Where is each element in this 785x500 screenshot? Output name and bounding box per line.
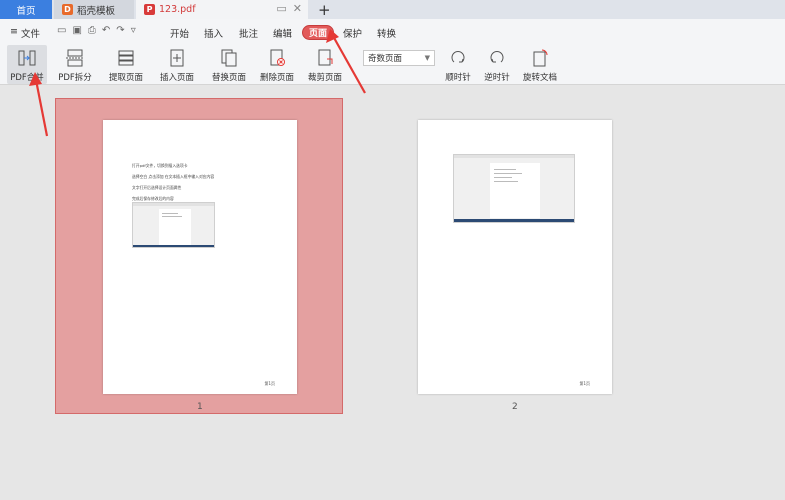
rotate-document-button[interactable]: 旋转文档	[520, 45, 560, 84]
menu-convert[interactable]: 转换	[377, 26, 396, 40]
rotate-clockwise-icon	[447, 48, 469, 68]
crop-page-label: 裁剪页面	[307, 73, 342, 83]
odd-page-select-value: 奇数页面	[368, 54, 403, 64]
merge-icon	[16, 48, 38, 68]
tab-home-label: 首页	[16, 5, 36, 17]
insert-page-label: 插入页面	[159, 73, 194, 83]
menu-annotate[interactable]: 批注	[239, 26, 258, 40]
page1-text-line: 打开pdf文件，切换到插入选项卡	[132, 163, 188, 168]
pdf-split-label: PDF拆分	[58, 73, 92, 83]
page1-footer: 第1页	[264, 381, 275, 386]
pdf-merge-label: PDF合并	[10, 73, 44, 83]
close-icon[interactable]: ✕	[293, 2, 302, 15]
extract-icon	[115, 48, 137, 68]
page1-text-line: 选择空白 点击添加 在文本插入框中输入对应内容	[132, 174, 215, 179]
page-number-1: 1	[197, 402, 203, 412]
new-tab-button[interactable]: +	[318, 0, 331, 19]
rotate-counterclockwise-icon	[486, 48, 508, 68]
undo-icon[interactable]: ↶	[102, 25, 110, 36]
tab-pdf-label: 123.pdf	[159, 4, 196, 15]
delete-page-icon	[266, 48, 288, 68]
page-thumbnail-1[interactable]: 打开pdf文件，切换到插入选项卡 选择空白 点击添加 在文本插入框中输入对应内容…	[103, 120, 297, 394]
menu-protect[interactable]: 保护	[343, 26, 362, 40]
pdf-merge-button[interactable]: PDF合并	[7, 45, 47, 84]
extract-pages-button[interactable]: 提取页面	[105, 45, 147, 84]
ribbon-toolbar: PDF合并 PDF拆分 提取页面 插入页面 替换页面 删除页面 裁剪页面 奇数页…	[0, 45, 785, 85]
rotate-counterclockwise-label: 逆时针	[484, 73, 510, 83]
insert-page-button[interactable]: 插入页面	[153, 45, 201, 84]
crop-page-button[interactable]: 裁剪页面	[304, 45, 346, 84]
pdf-icon: P	[144, 4, 155, 15]
save-icon[interactable]: ▣	[72, 25, 81, 36]
menu-start[interactable]: 开始	[170, 26, 189, 40]
replace-page-button[interactable]: 替换页面	[208, 45, 250, 84]
quick-access-toolbar: ▭ ▣ ⎙ ↶ ↷ ▿	[57, 25, 136, 36]
page-thumbnail-2[interactable]: 第1页	[418, 120, 612, 394]
rotate-clockwise-label: 顺时针	[445, 73, 471, 83]
delete-page-button[interactable]: 删除页面	[256, 45, 298, 84]
page2-footer: 第1页	[579, 381, 590, 386]
page1-text-line: 文字打开后选择设计页面属性	[132, 185, 182, 190]
print-icon[interactable]: ⎙	[88, 25, 96, 36]
file-menu-label: 文件	[20, 29, 40, 40]
embedded-screenshot	[132, 202, 215, 248]
rotate-counterclockwise-button[interactable]: 逆时针	[480, 45, 514, 84]
pin-icon[interactable]: ▭	[276, 2, 286, 15]
menu-bar: ≡ 文件 ▭ ▣ ⎙ ↶ ↷ ▿ 开始 插入 批注 编辑 页面 保护 转换	[0, 19, 785, 45]
chevron-down-icon: ▼	[424, 54, 430, 62]
redo-icon[interactable]: ↷	[116, 25, 124, 36]
chevron-down-icon[interactable]: ▿	[131, 25, 136, 36]
insert-page-icon	[166, 48, 188, 68]
odd-page-select[interactable]: 奇数页面 ▼	[363, 50, 435, 66]
crop-icon	[314, 48, 336, 68]
rotate-clockwise-button[interactable]: 顺时针	[441, 45, 475, 84]
pdf-split-button[interactable]: PDF拆分	[54, 45, 96, 84]
menu-page[interactable]: 页面	[302, 25, 334, 40]
replace-page-icon	[218, 48, 240, 68]
rotate-document-icon	[529, 48, 551, 68]
tab-template[interactable]: D 稻壳模板	[54, 0, 134, 19]
rotate-document-label: 旋转文档	[522, 73, 557, 83]
hamburger-icon: ≡	[10, 26, 18, 37]
extract-pages-label: 提取页面	[108, 73, 143, 83]
embedded-screenshot	[453, 154, 575, 223]
tab-template-label: 稻壳模板	[77, 5, 116, 17]
menu-insert[interactable]: 插入	[204, 26, 223, 40]
tab-bar: 首页 D 稻壳模板 P 123.pdf ▭ ✕ +	[0, 0, 785, 19]
menu-edit[interactable]: 编辑	[273, 26, 292, 40]
page-number-2: 2	[512, 402, 518, 412]
tab-home[interactable]: 首页	[0, 0, 52, 19]
open-folder-icon[interactable]: ▭	[57, 25, 66, 36]
tab-pdf-document[interactable]: P 123.pdf ▭ ✕	[136, 0, 308, 19]
file-menu[interactable]: ≡ 文件	[10, 26, 40, 40]
template-icon: D	[62, 4, 73, 15]
delete-page-label: 删除页面	[259, 73, 294, 83]
split-icon	[64, 48, 86, 68]
replace-page-label: 替换页面	[211, 73, 246, 83]
